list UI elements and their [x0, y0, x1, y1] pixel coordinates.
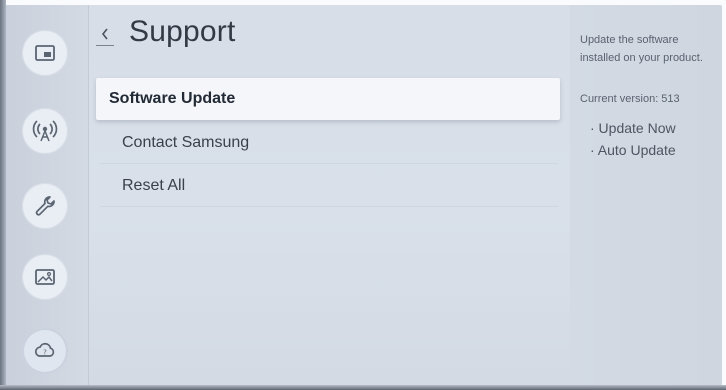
option-auto-update: · Auto Update: [590, 142, 676, 158]
menu-item-contact-samsung[interactable]: Contact Samsung: [100, 122, 558, 164]
info-panel: Update the software installed on your pr…: [570, 5, 722, 387]
settings-rail: ?: [4, 5, 89, 387]
menu-item-software-update[interactable]: Software Update: [96, 78, 560, 120]
tv-screen: ? Support Software Update Contact Samsun…: [4, 5, 722, 387]
support-rail-button[interactable]: ?: [22, 328, 68, 374]
svg-text:?: ?: [43, 349, 47, 357]
menu-item-reset-all[interactable]: Reset All: [100, 165, 558, 207]
support-cloud-icon: ?: [34, 342, 55, 357]
page-title: Support: [129, 15, 236, 48]
info-description: Update the software installed on your pr…: [580, 34, 703, 64]
current-version: Current version: 513: [580, 93, 680, 105]
back-button[interactable]: [96, 23, 114, 46]
image-icon: [35, 269, 55, 285]
update-options-list: · Update Now · Auto Update: [590, 117, 676, 161]
chevron-left-icon: [101, 28, 108, 40]
picture-mode-rail-button[interactable]: [22, 254, 68, 300]
picture-rail-button[interactable]: [22, 30, 68, 76]
tv-bezel-bottom: [0, 385, 726, 390]
general-rail-button[interactable]: [22, 183, 68, 229]
tv-bezel-left: [0, 0, 6, 390]
picture-in-picture-icon: [35, 45, 55, 61]
broadcast-antenna-icon: [32, 120, 58, 142]
broadcasting-rail-button[interactable]: [22, 108, 68, 154]
wrench-icon: [35, 196, 55, 216]
option-update-now: · Update Now: [590, 120, 676, 136]
